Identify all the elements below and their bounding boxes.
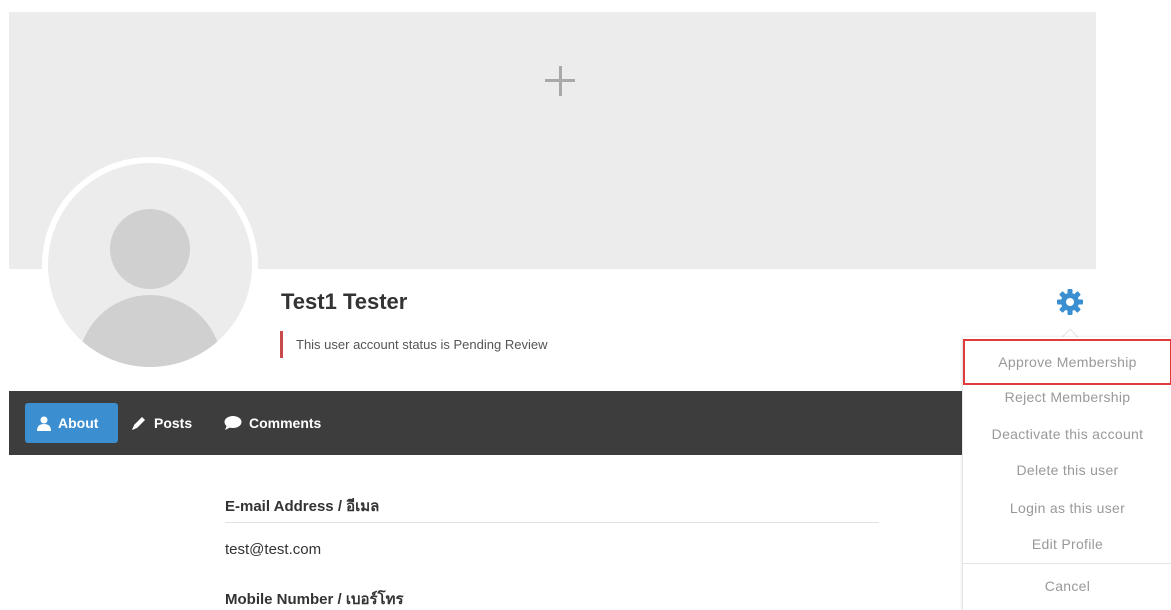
gear-icon[interactable] [1055,287,1085,317]
menu-item-delete-user[interactable]: Delete this user [963,460,1171,480]
field-divider [225,522,879,523]
avatar-body-shape [78,295,222,367]
mobile-field-label: Mobile Number / เบอร์โทร [225,591,404,608]
user-placeholder-icon [48,163,252,367]
menu-divider [963,563,1171,564]
plus-icon[interactable] [541,62,579,100]
tab-about[interactable]: About [25,403,118,443]
tab-about-label: About [58,415,99,431]
menu-item-edit-profile[interactable]: Edit Profile [963,534,1171,554]
menu-item-cancel[interactable]: Cancel [963,576,1171,596]
account-status-note: This user account status is Pending Revi… [280,331,547,358]
email-field-label: E-mail Address / อีเมล [225,498,380,515]
profile-name: Test1 Tester [281,289,408,314]
tab-posts[interactable]: Posts [131,403,192,443]
user-icon [37,416,51,431]
menu-item-reject-membership[interactable]: Reject Membership [963,387,1171,407]
profile-nav: About Posts Comments [9,391,964,455]
actions-menu: Approve Membership Reject Membership Dea… [962,337,1171,610]
menu-item-deactivate-account[interactable]: Deactivate this account [963,424,1171,444]
menu-item-approve-membership[interactable]: Approve Membership [963,339,1171,385]
pencil-icon [132,417,145,430]
avatar-head-shape [110,209,190,289]
menu-item-login-as-user[interactable]: Login as this user [963,498,1171,518]
comment-bubble-icon [224,416,242,430]
email-field-value: test@test.com [225,541,322,558]
tab-comments-label: Comments [249,415,322,431]
tab-posts-label: Posts [154,415,193,431]
avatar[interactable] [42,157,258,373]
tab-comments[interactable]: Comments [224,403,321,443]
